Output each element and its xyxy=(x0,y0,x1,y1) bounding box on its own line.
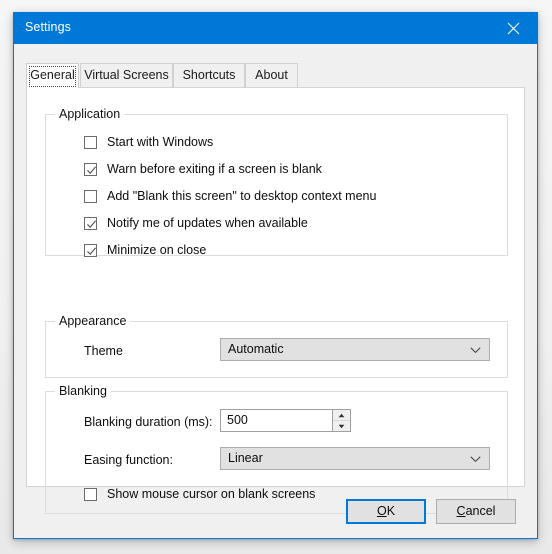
group-application: Application Start with Windows Warn befo… xyxy=(45,107,508,259)
checkbox-minimize-on-close[interactable]: Minimize on close xyxy=(84,241,206,259)
cancel-accel-char: C xyxy=(456,504,466,518)
theme-label: Theme xyxy=(84,344,123,358)
checkbox-label: Minimize on close xyxy=(107,243,207,257)
checkbox-label: Notify me of updates when available xyxy=(107,216,308,230)
checkbox-label: Start with Windows xyxy=(107,135,214,149)
ok-button[interactable]: OK xyxy=(346,499,426,524)
checkbox-box xyxy=(84,189,97,203)
checkbox-box xyxy=(84,135,97,149)
tab-virtual-screens-label: Virtual Screens xyxy=(84,68,169,82)
tab-virtual-screens[interactable]: Virtual Screens xyxy=(80,63,173,87)
easing-function-label: Easing function: xyxy=(84,453,173,467)
tab-about-label: About xyxy=(255,68,288,82)
chevron-down-icon xyxy=(470,456,481,463)
triangle-up-icon xyxy=(338,413,345,418)
easing-function-combobox[interactable]: Linear xyxy=(220,447,490,470)
blanking-duration-value: 500 xyxy=(227,413,248,427)
dialog-body: General Virtual Screens Shortcuts About … xyxy=(14,44,537,538)
close-button[interactable] xyxy=(491,13,537,44)
checkbox-label: Warn before exiting if a screen is blank xyxy=(107,162,322,176)
checkbox-start-with-windows[interactable]: Start with Windows xyxy=(84,133,213,151)
group-application-label: Application xyxy=(55,107,125,121)
checkbox-box xyxy=(84,487,97,501)
checkbox-label: Add "Blank this screen" to desktop conte… xyxy=(107,189,377,203)
cancel-button-label: Cancel xyxy=(456,504,496,518)
spinner-down-button[interactable] xyxy=(333,421,350,431)
spinner-buttons xyxy=(332,410,350,431)
title-bar: Settings xyxy=(14,13,537,44)
tab-about[interactable]: About xyxy=(245,63,298,87)
checkmark-icon xyxy=(87,165,97,174)
screenshot-root: Settings General Virtual Screens Shortcu… xyxy=(0,0,552,554)
tab-shortcuts-label: Shortcuts xyxy=(182,68,236,82)
window-title: Settings xyxy=(25,20,71,34)
checkbox-notify-updates[interactable]: Notify me of updates when available xyxy=(84,214,308,232)
tab-shortcuts[interactable]: Shortcuts xyxy=(173,63,245,87)
spinner-up-button[interactable] xyxy=(333,410,350,421)
checkbox-warn-before-exiting[interactable]: Warn before exiting if a screen is blank xyxy=(84,160,322,178)
checkbox-show-mouse-cursor[interactable]: Show mouse cursor on blank screens xyxy=(84,485,315,503)
blanking-duration-label: Blanking duration (ms): xyxy=(84,415,213,429)
tab-strip: General Virtual Screens Shortcuts About xyxy=(26,63,525,88)
tab-focus-ring xyxy=(29,66,76,87)
easing-function-value: Linear xyxy=(228,451,263,465)
group-appearance-label: Appearance xyxy=(55,314,131,328)
checkbox-box xyxy=(84,216,97,230)
group-appearance: Appearance Theme Automatic xyxy=(45,314,508,378)
checkbox-add-context-menu[interactable]: Add "Blank this screen" to desktop conte… xyxy=(84,187,376,205)
theme-combobox-value: Automatic xyxy=(228,342,284,356)
group-blanking-label: Blanking xyxy=(55,384,111,398)
checkbox-box xyxy=(84,243,97,257)
checkbox-label: Show mouse cursor on blank screens xyxy=(107,487,316,501)
tab-general[interactable]: General xyxy=(26,63,79,88)
group-blanking: Blanking Blanking duration (ms): 500 Eas… xyxy=(45,384,508,514)
close-icon xyxy=(507,22,520,35)
tab-panel-general: Application Start with Windows Warn befo… xyxy=(26,87,525,514)
theme-combobox[interactable]: Automatic xyxy=(220,338,490,361)
triangle-down-icon xyxy=(338,424,345,429)
ok-accel-char: O xyxy=(376,504,387,518)
checkmark-icon xyxy=(87,246,97,255)
checkmark-icon xyxy=(87,219,97,228)
settings-dialog: Settings General Virtual Screens Shortcu… xyxy=(13,12,538,539)
chevron-down-icon xyxy=(470,347,481,354)
cancel-button[interactable]: Cancel xyxy=(436,499,516,524)
ok-button-label: OK xyxy=(376,504,396,518)
blanking-duration-spinner[interactable]: 500 xyxy=(220,409,351,432)
checkbox-box xyxy=(84,162,97,176)
